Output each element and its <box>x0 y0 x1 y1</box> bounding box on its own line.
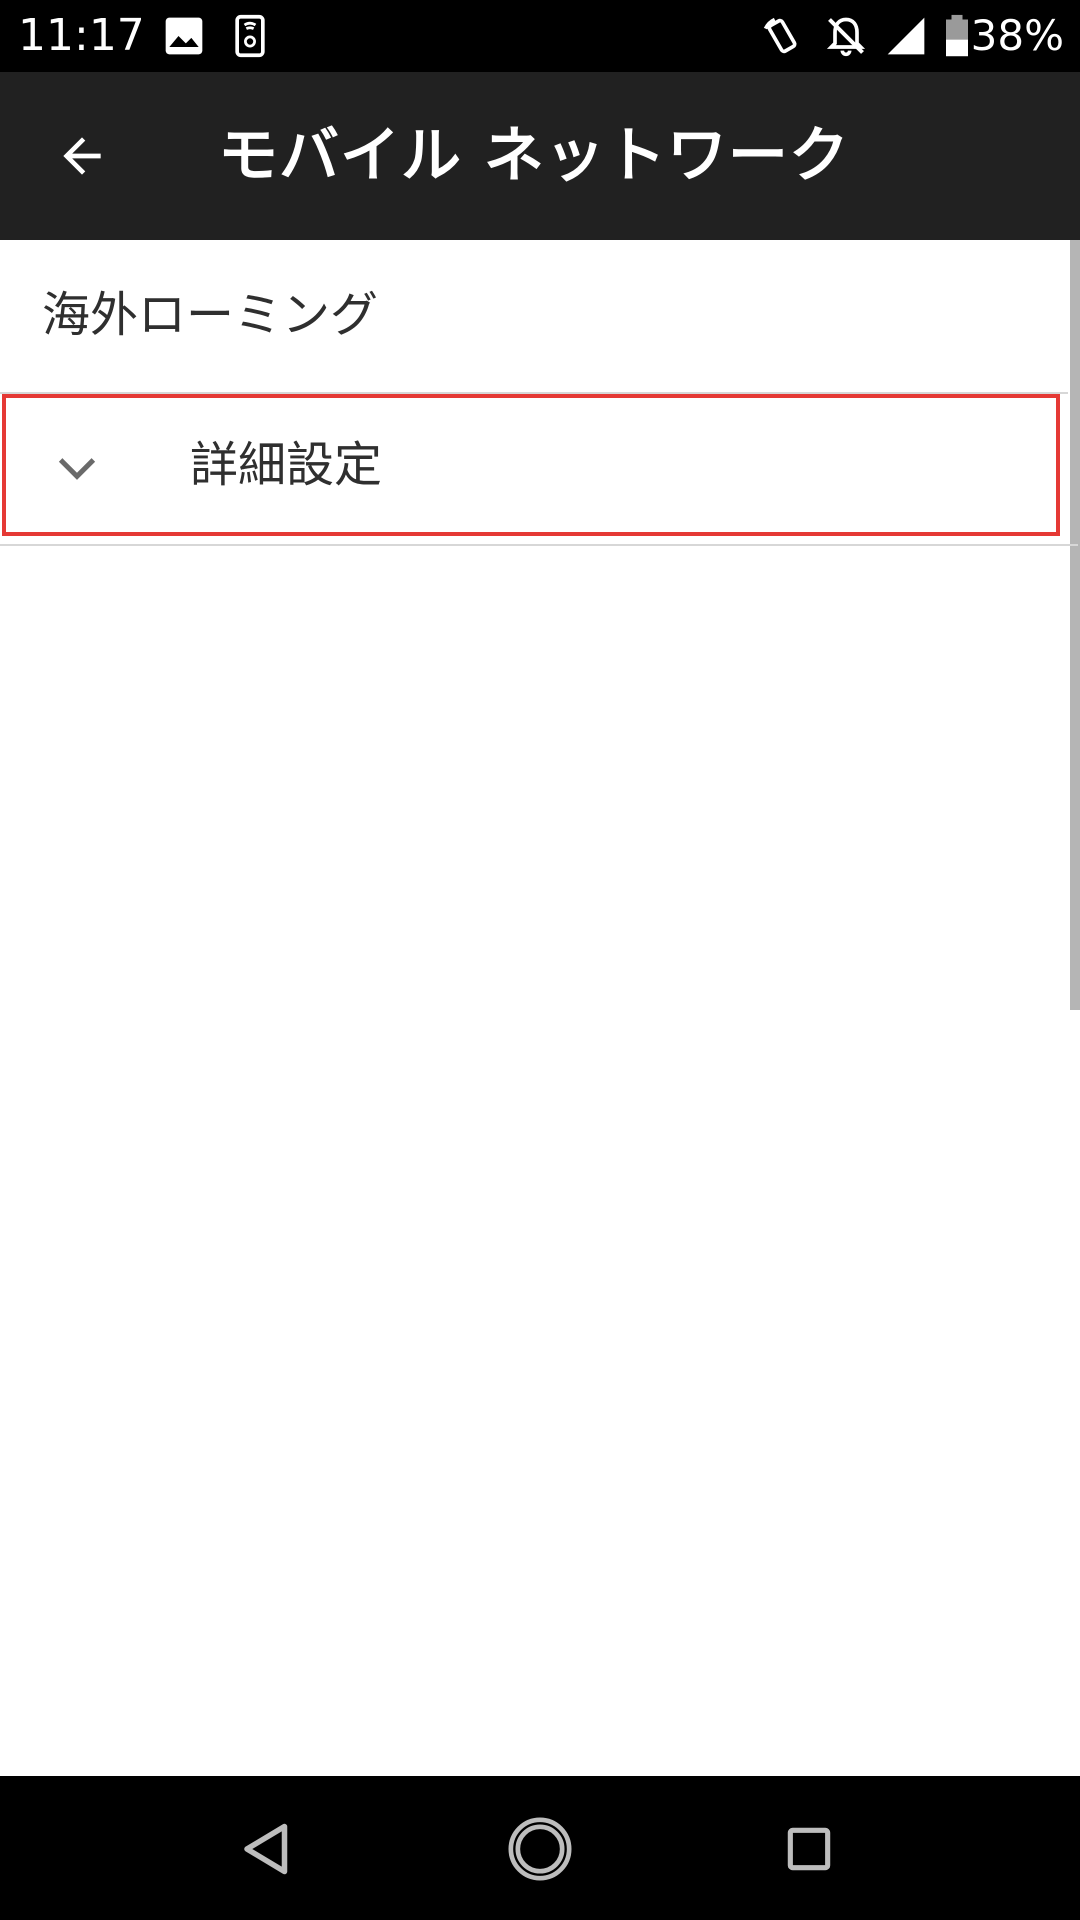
arrow-left-icon <box>63 137 101 175</box>
back-button[interactable] <box>40 114 124 198</box>
battery-percent: 38% <box>970 11 1064 60</box>
image-icon <box>165 17 203 55</box>
rotate-icon <box>763 17 797 54</box>
screen: 11:17 38% モバイル ネットワーク 海外ローミング 詳細設定 <box>0 0 1080 1920</box>
nav-recents-button[interactable] <box>764 1804 854 1894</box>
navigation-bar <box>0 1776 1080 1920</box>
back-triangle-icon <box>244 1823 288 1875</box>
home-circle-icon <box>508 1817 572 1881</box>
status-bar: 11:17 38% <box>0 0 1080 72</box>
bell-off-icon <box>826 17 866 57</box>
status-time: 11:17 <box>18 10 145 61</box>
battery-icon <box>946 14 968 57</box>
advanced-settings-item[interactable]: 詳細設定 <box>0 394 1078 546</box>
phone-settings-icon <box>235 14 265 58</box>
signal-icon <box>887 17 925 55</box>
highlight-box <box>2 394 1060 536</box>
chevron-down-icon <box>58 458 96 480</box>
page-title: モバイル ネットワーク <box>218 121 850 191</box>
app-bar: モバイル ネットワーク <box>0 72 1080 240</box>
nav-back-button[interactable] <box>222 1804 312 1894</box>
nav-home-button[interactable] <box>495 1804 585 1894</box>
scrollbar[interactable] <box>1070 240 1080 1010</box>
international-roaming-item[interactable]: 海外ローミング <box>0 240 1068 394</box>
advanced-settings-label: 詳細設定 <box>190 437 383 493</box>
settings-list: 海外ローミング 詳細設定 <box>0 240 1080 1776</box>
international-roaming-label: 海外ローミング <box>42 287 379 343</box>
recents-square-icon <box>787 1827 831 1871</box>
